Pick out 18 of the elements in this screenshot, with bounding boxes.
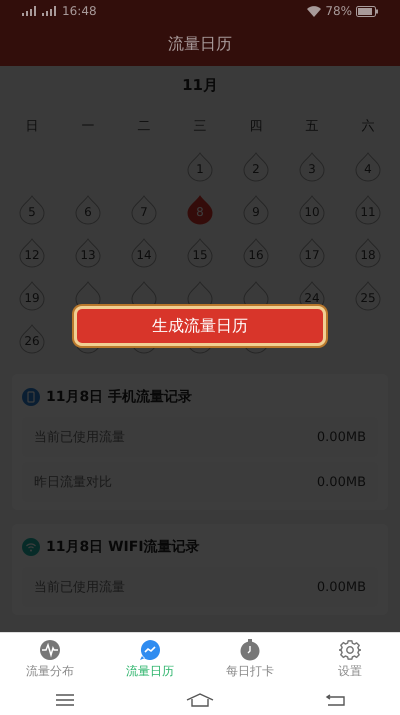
menu-icon[interactable] bbox=[55, 694, 76, 706]
pulse-icon bbox=[39, 638, 61, 660]
status-time: 16:48 bbox=[62, 4, 97, 18]
tab[interactable]: 设置 bbox=[300, 633, 400, 685]
tab[interactable]: 流量日历 bbox=[100, 633, 200, 685]
page-title: 流量日历 bbox=[168, 34, 232, 54]
battery-percent: 78% bbox=[325, 4, 352, 18]
tab[interactable]: 每日打卡 bbox=[200, 633, 300, 685]
generate-button[interactable]: 生成流量日历 bbox=[74, 306, 326, 346]
battery-icon bbox=[356, 6, 378, 16]
wifi-icon bbox=[307, 6, 322, 16]
tab[interactable]: 流量分布 bbox=[0, 633, 100, 685]
chat-chart-icon bbox=[139, 638, 161, 660]
stopwatch-icon bbox=[239, 638, 261, 660]
back-icon[interactable] bbox=[324, 694, 345, 706]
signal-icon bbox=[22, 6, 58, 16]
settings-icon bbox=[339, 638, 361, 660]
home-icon[interactable] bbox=[186, 693, 214, 707]
